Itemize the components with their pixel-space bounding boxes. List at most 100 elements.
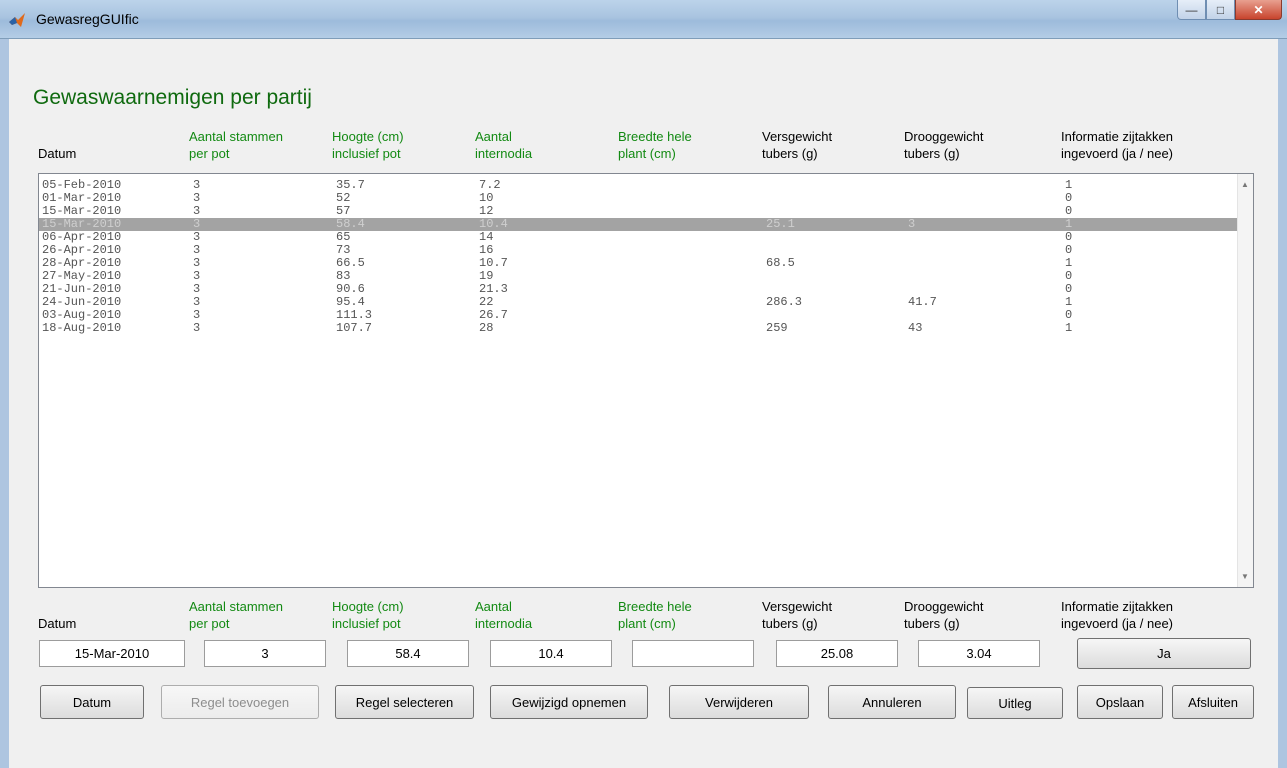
list-cell: 73 (336, 243, 351, 257)
list-item[interactable]: 15-Mar-2010 3 57 12 0 (39, 205, 1240, 218)
minimize-button[interactable]: — (1177, 0, 1206, 20)
input-header-7: Informatie zijtakken ingevoerd (ja / nee) (1061, 598, 1173, 632)
list-header-line1 (38, 128, 76, 145)
list-header-line2: ingevoerd (ja / nee) (1061, 146, 1174, 161)
list-cell: 06-Apr-2010 (42, 230, 122, 244)
input-header-line2: Datum (38, 616, 77, 631)
regel-selecteren-button[interactable]: Regel selecteren (335, 685, 474, 719)
list-header-0: Datum (38, 128, 76, 162)
scroll-up-icon[interactable]: ▲ (1241, 180, 1249, 189)
datum-button[interactable]: Datum (40, 685, 144, 719)
list-cell: 35.7 (336, 178, 365, 192)
list-header-line1: Versgewicht (762, 129, 833, 144)
list-cell: 1 (1065, 178, 1073, 192)
input-header-line1 (38, 598, 76, 615)
list-cell: 12 (479, 204, 494, 218)
list-header-1: Aantal stammen per pot (189, 128, 283, 162)
close-button[interactable]: ✕ (1235, 0, 1282, 20)
stammen-field[interactable]: 3 (204, 640, 326, 667)
annuleren-button[interactable]: Annuleren (828, 685, 956, 719)
input-header-line1: Aantal stammen (189, 599, 283, 614)
internodia-field[interactable]: 10.4 (490, 640, 612, 667)
input-header-line2: internodia (475, 616, 533, 631)
list-cell: 66.5 (336, 256, 365, 270)
list-cell: 03-Aug-2010 (42, 308, 122, 322)
uitleg-button[interactable]: Uitleg (967, 687, 1063, 719)
list-item[interactable]: 26-Apr-2010 3 73 16 0 (39, 244, 1240, 257)
opslaan-button[interactable]: Opslaan (1077, 685, 1163, 719)
list-item[interactable]: 06-Apr-2010 3 65 14 0 (39, 231, 1240, 244)
list-cell: 3 (908, 217, 916, 231)
main-panel: Gewaswaarnemigen per partij Datum Aantal … (9, 39, 1278, 768)
list-cell: 3 (193, 217, 201, 231)
list-header-7: Informatie zijtakken ingevoerd (ja / nee) (1061, 128, 1173, 162)
versgewicht-field[interactable]: 25.08 (776, 640, 898, 667)
zijtakken-toggle-button[interactable]: Ja (1077, 638, 1251, 669)
input-header-line2: per pot (189, 616, 230, 631)
list-cell: 27-May-2010 (42, 269, 122, 283)
list-cell: 3 (193, 230, 201, 244)
window-title: GewasregGUIfic (36, 11, 139, 27)
scroll-down-icon[interactable]: ▼ (1241, 572, 1249, 581)
list-cell: 3 (193, 282, 201, 296)
list-cell: 14 (479, 230, 494, 244)
list-cell: 01-Mar-2010 (42, 191, 122, 205)
maximize-button[interactable]: □ (1206, 0, 1235, 20)
matlab-logo-icon (9, 13, 25, 27)
list-header-5: Versgewicht tubers (g) (762, 128, 832, 162)
title-bar: GewasregGUIfic — □ ✕ (0, 0, 1287, 39)
afsluiten-button[interactable]: Afsluiten (1172, 685, 1254, 719)
hoogte-field[interactable]: 58.4 (347, 640, 469, 667)
list-item[interactable]: 03-Aug-2010 3 111.3 26.7 0 (39, 309, 1240, 322)
regel-toevoegen-button[interactable]: Regel toevoegen (161, 685, 319, 719)
list-cell: 10.7 (479, 256, 508, 270)
vertical-scrollbar[interactable]: ▲ ▼ (1237, 174, 1253, 587)
drooggewicht-field[interactable]: 3.04 (918, 640, 1040, 667)
list-cell: 10 (479, 191, 494, 205)
verwijderen-button[interactable]: Verwijderen (669, 685, 809, 719)
list-item[interactable]: 01-Mar-2010 3 52 10 0 (39, 192, 1240, 205)
list-cell: 28 (479, 321, 494, 335)
maximize-icon: □ (1216, 2, 1225, 17)
input-header-3: Aantal internodia (475, 598, 532, 632)
list-item[interactable]: 21-Jun-2010 3 90.6 21.3 0 (39, 283, 1240, 296)
list-item[interactable]: 18-Aug-2010 3 107.7 28 259 43 1 (39, 322, 1240, 335)
list-item[interactable]: 15-Mar-2010 3 58.4 10.4 25.1 3 1 (39, 218, 1240, 231)
datum-field[interactable]: 15-Mar-2010 (39, 640, 185, 667)
list-header-line1: Breedte hele (618, 129, 692, 144)
input-header-line1: Versgewicht (762, 599, 833, 614)
list-cell: 25.1 (766, 217, 795, 231)
list-cell: 95.4 (336, 295, 365, 309)
observations-listbox[interactable]: 18-Aug-2010 3 107.7 28 259 43 1 03-Aug-2010 3 111… (38, 173, 1254, 588)
window-frame-left (0, 39, 9, 768)
list-item[interactable]: 05-Feb-2010 3 35.7 7.2 1 (39, 179, 1240, 192)
list-header-6: Drooggewicht tubers (g) (904, 128, 984, 162)
list-cell: 1 (1065, 217, 1073, 231)
list-item[interactable]: 28-Apr-2010 3 66.5 10.7 68.5 1 (39, 257, 1240, 270)
list-cell: 107.7 (336, 321, 373, 335)
page-title: Gewaswaarnemigen per partij (33, 86, 312, 109)
input-header-0: Datum (38, 598, 76, 632)
list-item[interactable]: 27-May-2010 3 83 19 0 (39, 270, 1240, 283)
close-icon: ✕ (1253, 2, 1264, 17)
gewijzigd-opnemen-button[interactable]: Gewijzigd opnemen (490, 685, 648, 719)
list-cell: 0 (1065, 243, 1073, 257)
breedte-field[interactable] (632, 640, 754, 667)
minimize-icon: — (1185, 2, 1198, 17)
list-header-line1: Drooggewicht (904, 129, 984, 144)
list-item[interactable]: 24-Jun-2010 3 95.4 22 286.3 41.7 1 (39, 296, 1240, 309)
list-cell: 18-Aug-2010 (42, 321, 122, 335)
list-cell: 41.7 (908, 295, 937, 309)
list-cell: 24-Jun-2010 (42, 295, 122, 309)
input-header-line2: tubers (g) (904, 616, 960, 631)
list-cell: 26-Apr-2010 (42, 243, 122, 257)
list-cell: 0 (1065, 282, 1073, 296)
list-cell: 3 (193, 321, 201, 335)
list-cell: 1 (1065, 321, 1073, 335)
list-header-4: Breedte hele plant (cm) (618, 128, 692, 162)
list-cell: 68.5 (766, 256, 795, 270)
list-header-line2: per pot (189, 146, 230, 161)
input-header-5: Versgewicht tubers (g) (762, 598, 832, 632)
list-cell: 58.4 (336, 217, 365, 231)
list-header-line2: internodia (475, 146, 533, 161)
